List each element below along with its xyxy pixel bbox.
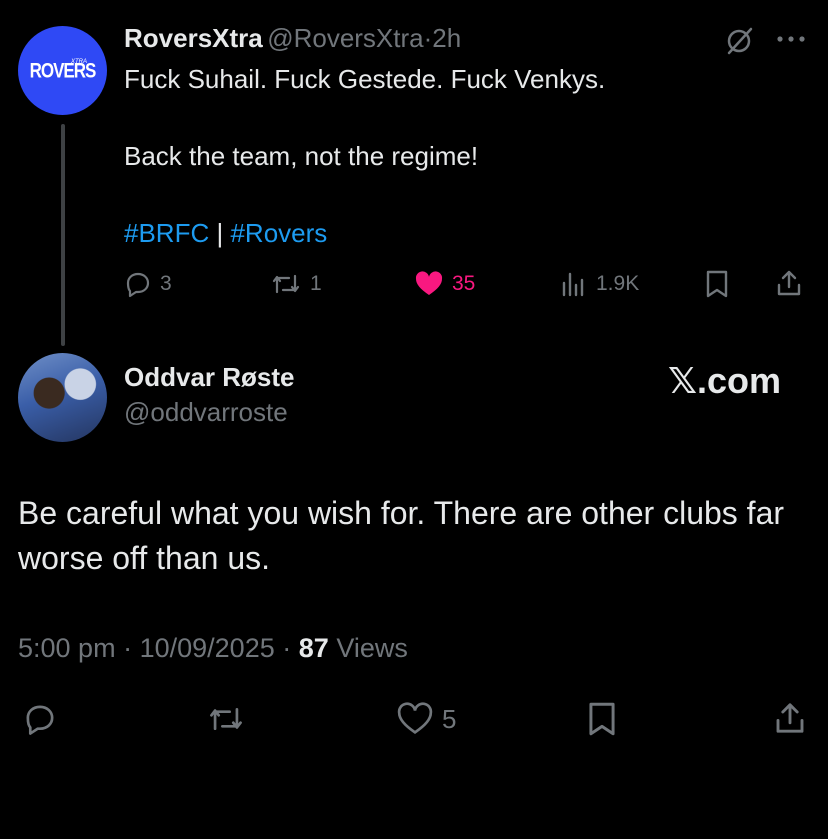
- reply-share-icon[interactable]: [772, 700, 808, 736]
- post-hashtags: #BRFC | #Rovers: [124, 216, 744, 250]
- post-line-2: Back the team, not the regime!: [124, 141, 479, 171]
- reply-like-count: 5: [442, 703, 457, 734]
- hashtag-separator: |: [209, 218, 231, 248]
- more-icon[interactable]: [776, 34, 806, 44]
- reply-meta: 5:00 pm · 10/09/2025 · 87 Views: [18, 633, 408, 664]
- reply-display-name[interactable]: Oddvar Røste: [124, 362, 295, 393]
- views-icon: [560, 270, 588, 298]
- post-header: RoversXtra @RoversXtra·2h: [124, 23, 461, 54]
- reply-date[interactable]: 10/09/2025: [140, 633, 275, 663]
- meta-dot-1: ·: [123, 633, 133, 663]
- post-line-1: Fuck Suhail. Fuck Gestede. Fuck Venkys.: [124, 64, 606, 94]
- reply-views-label: Views: [336, 633, 408, 663]
- reply-like-button[interactable]: 5: [396, 702, 456, 736]
- meta-dot-2: ·: [282, 633, 292, 663]
- heart-filled-icon: [414, 270, 444, 298]
- reply-bookmark-icon[interactable]: [586, 700, 618, 738]
- roversxtra-avatar[interactable]: ROVERS XTRA: [18, 26, 107, 115]
- reply-text: Be careful what you wish for. There are …: [18, 495, 785, 576]
- grok-icon[interactable]: [724, 26, 754, 56]
- x-com-brand: 𝕏.com: [668, 360, 782, 401]
- avatar-logo-subtext: XTRA: [71, 59, 88, 65]
- thread-line: [61, 124, 65, 346]
- repost-icon: [270, 270, 302, 298]
- reply-icon: [124, 270, 152, 298]
- like-button[interactable]: 35: [414, 270, 475, 298]
- reply-time[interactable]: 5:00 pm: [18, 633, 116, 663]
- heart-outline-icon: [396, 702, 434, 736]
- reply-count: 3: [160, 272, 172, 295]
- handle[interactable]: @RoversXtra: [267, 23, 423, 53]
- hashtag-brfc[interactable]: #BRFC: [124, 218, 209, 248]
- like-count: 35: [452, 272, 476, 295]
- repost-button[interactable]: 1: [270, 270, 322, 298]
- reply-repost-icon[interactable]: [206, 702, 246, 736]
- repost-count: 1: [310, 272, 322, 295]
- oddvar-avatar[interactable]: [18, 353, 107, 442]
- hashtag-rovers[interactable]: #Rovers: [230, 218, 327, 248]
- separator-dot: ·: [423, 23, 433, 53]
- reply-handle[interactable]: @oddvarroste: [124, 397, 295, 428]
- time-ago[interactable]: 2h: [432, 23, 461, 53]
- bookmark-icon[interactable]: [704, 269, 730, 299]
- share-icon[interactable]: [774, 268, 804, 298]
- display-name[interactable]: RoversXtra: [124, 23, 263, 53]
- reply-button[interactable]: 3: [124, 270, 172, 298]
- views-button[interactable]: 1.9K: [560, 270, 639, 298]
- reply-views-count: 87: [298, 633, 329, 663]
- views-count: 1.9K: [596, 272, 640, 295]
- reply-reply-icon[interactable]: [22, 702, 58, 736]
- reply-author: Oddvar Røste @oddvarroste: [124, 362, 295, 428]
